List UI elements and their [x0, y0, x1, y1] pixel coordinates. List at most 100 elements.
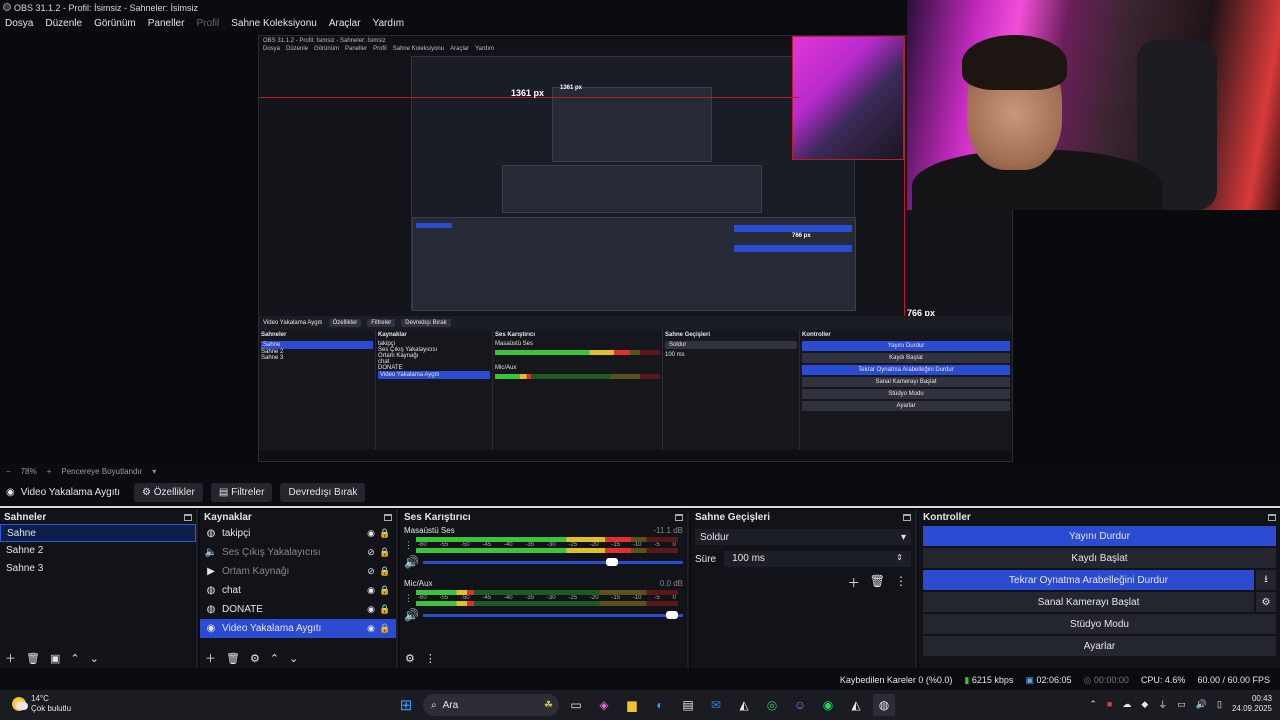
move-down-icon[interactable]: ⌄ — [90, 652, 99, 665]
preview-canvas[interactable]: OBS 31.1.2 - Profil: İsimsiz - Sahneler:… — [0, 0, 1280, 464]
more-options-icon[interactable]: ⋮ — [404, 593, 413, 604]
file-explorer-icon[interactable]: ▆ — [621, 694, 643, 716]
undock-icon[interactable] — [675, 513, 683, 521]
undock-icon[interactable] — [1268, 513, 1276, 521]
trash-icon[interactable]: 🗑 — [226, 652, 240, 665]
advanced-audio-icon[interactable]: ⚙ — [405, 652, 415, 665]
more-options-icon[interactable]: ⋮ — [425, 652, 436, 665]
steam-icon[interactable]: ◭ — [733, 694, 755, 716]
undock-icon[interactable] — [184, 513, 192, 521]
properties-button[interactable]: ⚙ Özellikler — [134, 482, 203, 502]
clock[interactable]: 00:43 24.09.2025 — [1232, 694, 1272, 714]
volume-icon[interactable]: 🔊 — [1196, 699, 1207, 710]
stop-replay-button[interactable]: Tekrar Oynatma Arabelleğini Durdur — [923, 570, 1254, 590]
volume-slider[interactable] — [422, 557, 683, 566]
menu-paneller[interactable]: Paneller — [148, 18, 185, 29]
security-icon[interactable]: ◆ — [1141, 699, 1148, 710]
start-vcam-button[interactable]: Sanal Kamerayı Başlat — [923, 592, 1254, 612]
duration-input[interactable]: 100 ms ⇕ — [724, 551, 911, 567]
eye-off-icon[interactable]: ⊘ — [364, 566, 378, 577]
scene-item[interactable]: Sahne — [0, 524, 196, 542]
lock-icon[interactable]: 🔒 — [378, 547, 392, 558]
stop-stream-button[interactable]: Yayını Durdur — [923, 526, 1276, 546]
source-item[interactable]: ◍ DONATE ◉ 🔒 — [200, 600, 396, 619]
eye-icon[interactable]: ◉ — [364, 623, 378, 634]
cloud-icon[interactable]: ☁ — [1122, 699, 1131, 710]
menu-gorunum[interactable]: Görünüm — [94, 18, 136, 29]
volume-knob[interactable] — [605, 557, 618, 566]
start-record-button[interactable]: Kaydı Başlat — [923, 548, 1276, 568]
menu-sahne-koleksiyonu[interactable]: Sahne Koleksiyonu — [231, 18, 317, 29]
volume-slider[interactable] — [422, 610, 683, 619]
eye-off-icon[interactable]: ⊘ — [364, 547, 378, 558]
settings-button[interactable]: Ayarlar — [923, 636, 1276, 656]
dock-divider[interactable] — [0, 506, 1280, 508]
menu-araclar[interactable]: Araçlar — [329, 18, 361, 29]
task-view-icon[interactable]: ▭ — [565, 694, 587, 716]
windows-start-icon[interactable]: ⊞ — [395, 694, 417, 716]
fit-to-window-button[interactable]: Pencereye Boyutlandır — [61, 467, 142, 476]
stepper-icon[interactable]: ⇕ — [896, 553, 903, 565]
add-icon[interactable]: ＋ — [205, 650, 216, 666]
menu-dosya[interactable]: Dosya — [5, 18, 33, 29]
move-down-icon[interactable]: ⌄ — [289, 652, 298, 665]
source-item[interactable]: ◍ chat ◉ 🔒 — [200, 581, 396, 600]
lock-icon[interactable]: 🔒 — [378, 604, 392, 615]
display-icon[interactable]: ▭ — [1177, 699, 1186, 710]
edge-icon[interactable]: ◐ — [649, 694, 671, 716]
add-icon[interactable]: ＋ — [5, 650, 16, 666]
transition-select[interactable]: Soldur ▾ — [695, 529, 911, 545]
lock-icon[interactable]: 🔒 — [378, 528, 392, 539]
copilot-icon[interactable]: ◈ — [593, 694, 615, 716]
speaker-icon[interactable]: 🔊 — [404, 608, 419, 622]
gear-icon[interactable]: ⚙ — [1256, 592, 1276, 612]
chrome-icon[interactable]: ◎ — [761, 694, 783, 716]
eye-icon[interactable]: ◉ — [364, 528, 378, 539]
undock-icon[interactable] — [384, 513, 392, 521]
source-item[interactable]: ◉ Video Yakalama Aygıtı ◉ 🔒 — [200, 619, 396, 638]
more-options-icon[interactable]: ⋮ — [895, 574, 907, 591]
lock-icon[interactable]: 🔒 — [378, 585, 392, 596]
gear-icon[interactable]: ⚙ — [250, 652, 260, 665]
discord-icon[interactable]: ☺ — [789, 694, 811, 716]
battery-icon[interactable]: ▯ — [1217, 699, 1222, 710]
spotify-icon[interactable]: ◉ — [817, 694, 839, 716]
filters-button[interactable]: ▤ Filtreler — [210, 482, 273, 502]
steam-icon-2[interactable]: ◭ — [845, 694, 867, 716]
more-options-icon[interactable]: ⋮ — [404, 540, 413, 551]
usb-icon[interactable]: ⏚ — [1158, 698, 1167, 711]
menu-duzenle[interactable]: Düzenle — [45, 18, 82, 29]
eye-icon[interactable]: ◉ — [364, 604, 378, 615]
scene-item[interactable]: Sahne 2 — [0, 542, 196, 560]
taskbar-search[interactable]: ⌕ Ara ☘ — [423, 694, 559, 716]
source-item[interactable]: 🔈 Ses Çıkış Yakalayıcısı ⊘ 🔒 — [200, 543, 396, 562]
scene-item[interactable]: Sahne 3 — [0, 560, 196, 578]
save-replay-icon[interactable]: ⭳ — [1256, 570, 1276, 590]
deactivate-button[interactable]: Devredışı Bırak — [280, 482, 366, 502]
obs-taskbar-icon[interactable]: ◍ — [873, 694, 895, 716]
menu-yardim[interactable]: Yardım — [373, 18, 405, 29]
trash-icon[interactable]: 🗑 — [26, 652, 40, 665]
lock-icon[interactable]: 🔒 — [378, 623, 392, 634]
chevron-up-icon[interactable]: ⌃ — [1089, 699, 1097, 710]
volume-knob[interactable] — [665, 610, 678, 619]
studio-mode-button[interactable]: Stüdyo Modu — [923, 614, 1276, 634]
source-item[interactable]: ◍ takipçi ◉ 🔒 — [200, 524, 396, 543]
source-item[interactable]: ▶ Ortam Kaynağı ⊘ 🔒 — [200, 562, 396, 581]
weather-widget[interactable]: 14°C Çok bulutlu — [12, 694, 71, 714]
undock-icon[interactable] — [903, 513, 911, 521]
scene-filters-icon[interactable]: ▣ — [50, 652, 60, 665]
speaker-icon[interactable]: 🔊 — [404, 555, 419, 569]
add-icon[interactable]: ＋ — [848, 574, 860, 591]
outlook-icon[interactable]: ✉ — [705, 694, 727, 716]
zoom-out-button[interactable]: − — [6, 467, 11, 476]
store-icon[interactable]: ▤ — [677, 694, 699, 716]
move-up-icon[interactable]: ⌃ — [270, 652, 279, 665]
lock-icon[interactable]: 🔒 — [378, 566, 392, 577]
trash-icon[interactable]: 🗑 — [870, 574, 885, 591]
menu-profil[interactable]: Profil — [196, 18, 219, 29]
eye-icon[interactable]: ◉ — [364, 585, 378, 596]
tray-app-icon[interactable]: ■ — [1107, 699, 1112, 709]
move-up-icon[interactable]: ⌃ — [70, 652, 79, 665]
chevron-down-icon[interactable]: ▾ — [152, 467, 156, 476]
